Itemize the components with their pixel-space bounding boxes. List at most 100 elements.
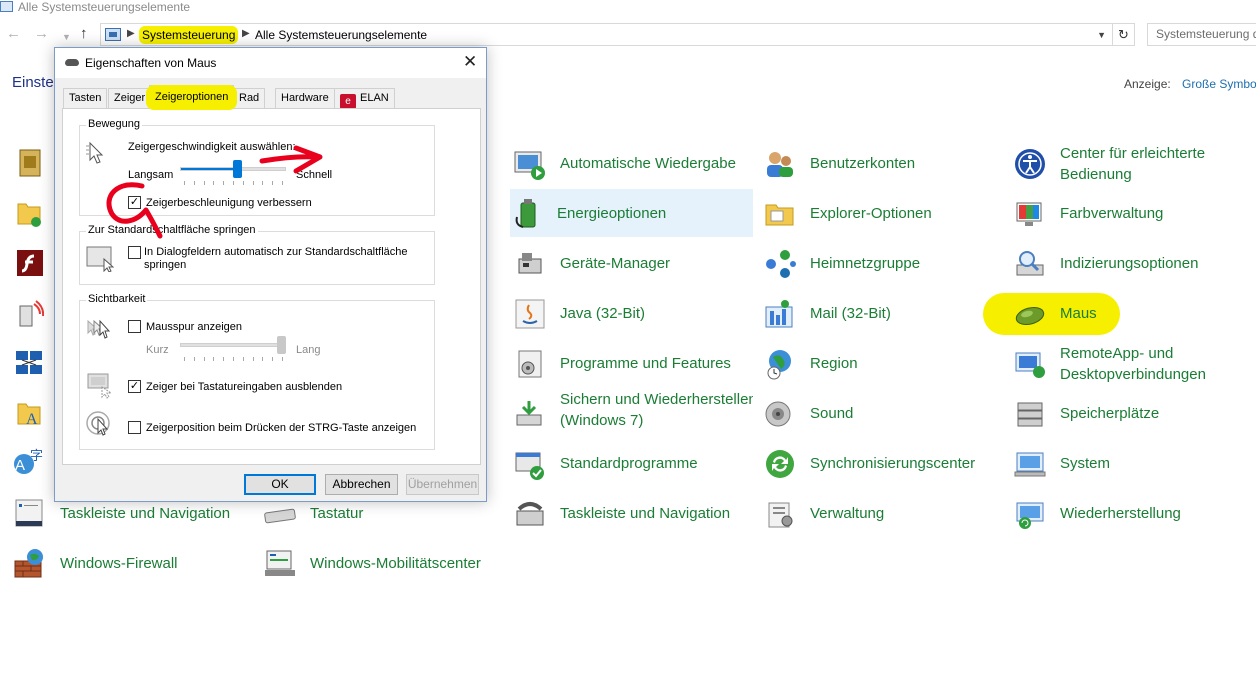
refresh-icon[interactable]: ↻ bbox=[1112, 24, 1134, 45]
cp-item-standardprogramme[interactable]: Standardprogramme bbox=[513, 439, 753, 487]
cp-item-mail[interactable]: Mail (32-Bit) bbox=[763, 289, 1003, 337]
breadcrumb-systemsteuerung[interactable]: Systemsteuerung bbox=[139, 26, 239, 44]
mouse-properties-dialog: Eigenschaften von Maus ✕ Tasten Zeiger Z… bbox=[54, 47, 487, 502]
group-motion: Bewegung Zeigergeschwindigkeit auswählen… bbox=[79, 118, 435, 216]
homegroup-icon bbox=[766, 250, 796, 278]
close-icon[interactable]: ✕ bbox=[463, 53, 477, 70]
cp-item-automatische-wiedergabe[interactable]: Automatische Wiedergabe bbox=[513, 139, 753, 187]
breadcrumb-chevron-icon[interactable]: ▶ bbox=[127, 28, 135, 39]
cp-item-energieoptionen[interactable]: Energieoptionen bbox=[510, 189, 753, 237]
default-programs-icon bbox=[515, 452, 544, 480]
java-icon bbox=[515, 299, 545, 329]
cp-item-geraete-manager[interactable]: Geräte-Manager bbox=[513, 239, 753, 287]
slider-tick bbox=[193, 357, 195, 361]
cp-item-center-fuer-erleichterte-bedienung[interactable]: Center für erleichterte Bedienung bbox=[1013, 139, 1256, 187]
slider-tick bbox=[242, 357, 244, 361]
trails-long-label: Lang bbox=[296, 344, 321, 356]
enhance-precision-checkbox[interactable]: ✓ bbox=[128, 196, 141, 209]
cp-item-indizierungsoptionen[interactable]: Indizierungsoptionen bbox=[1013, 239, 1256, 287]
address-dropdown-icon[interactable]: ▼ bbox=[1097, 30, 1106, 40]
cp-item-windows-firewall[interactable]: Windows-Firewall bbox=[13, 539, 253, 587]
view-mode-link[interactable]: Große Symbole bbox=[1182, 77, 1256, 91]
snap-to-button-icon bbox=[86, 246, 114, 272]
snap-to-default-label: In Dialogfeldern automatisch zur Standar… bbox=[144, 246, 408, 271]
trails-slider-thumb[interactable] bbox=[277, 336, 286, 354]
tab-hardware[interactable]: Hardware bbox=[275, 88, 335, 108]
slider-tick bbox=[252, 181, 254, 185]
cp-item-sichern-und-wiederherstellen[interactable]: Sichern und Wiederherstellen (Windows 7) bbox=[513, 389, 753, 435]
admin-tools-icon bbox=[768, 502, 793, 528]
flash-player-icon bbox=[17, 250, 43, 276]
fast-label: Schnell bbox=[296, 169, 333, 181]
cp-item-system[interactable]: System bbox=[1013, 439, 1256, 487]
address-bar[interactable]: ▶ Systemsteuerung ▶ Alle Systemsteuerung… bbox=[100, 23, 1135, 46]
cp-item-programme-und-features[interactable]: Programme und Features bbox=[513, 339, 753, 387]
network-center-icon bbox=[16, 351, 42, 374]
apply-button[interactable]: Übernehmen bbox=[406, 474, 479, 495]
cp-item-windows-mobilitaetscenter[interactable]: Windows-Mobilitätscenter bbox=[263, 539, 513, 587]
group-title-snap-to: Zur Standardschaltfläche springen bbox=[86, 224, 258, 236]
page-heading: Einste bbox=[12, 74, 54, 91]
cp-item-wiederherstellung[interactable]: Wiederherstellung bbox=[1013, 489, 1256, 537]
back-arrow-icon[interactable]: ← bbox=[6, 26, 21, 42]
users-icon bbox=[767, 152, 793, 177]
cp-item-remoteapp[interactable]: RemoteApp- und Desktopverbindungen bbox=[1013, 339, 1256, 387]
pointer-options-panel: Bewegung Zeigergeschwindigkeit auswählen… bbox=[62, 108, 481, 465]
hide-pointer-typing-checkbox[interactable]: ✓ bbox=[128, 380, 141, 393]
dialog-titlebar[interactable]: Eigenschaften von Maus ✕ bbox=[55, 48, 486, 78]
up-arrow-icon[interactable]: ↑ bbox=[80, 26, 88, 42]
recent-locations-chevron-icon[interactable]: ▼ bbox=[62, 29, 71, 45]
slider-tick bbox=[242, 181, 244, 185]
taskbar-icon bbox=[15, 499, 43, 527]
show-location-ctrl-checkbox[interactable] bbox=[128, 421, 141, 434]
storage-spaces-icon bbox=[1017, 402, 1043, 427]
tab-zeigeroptionen[interactable]: Zeigeroptionen bbox=[146, 85, 238, 110]
cancel-button[interactable]: Abbrechen bbox=[325, 474, 398, 495]
autoplay-icon bbox=[514, 151, 545, 180]
forward-arrow-icon[interactable]: → bbox=[34, 26, 49, 42]
tab-zeiger[interactable]: Zeiger bbox=[108, 88, 152, 108]
region-icon bbox=[767, 350, 791, 380]
cp-item-explorer-optionen[interactable]: Explorer-Optionen bbox=[763, 189, 1003, 237]
backup-icon bbox=[516, 401, 542, 426]
cp-item-benutzerkonten[interactable]: Benutzerkonten bbox=[763, 139, 1003, 187]
show-location-ctrl-label: Zeigerposition beim Drücken der STRG-Tas… bbox=[146, 422, 417, 434]
ok-button[interactable]: OK bbox=[244, 474, 316, 495]
cp-item-region[interactable]: Region bbox=[763, 339, 1003, 387]
tab-rad[interactable]: Rad bbox=[233, 88, 266, 108]
hide-pointer-typing-label: Zeiger bei Tastatureingaben ausblenden bbox=[146, 381, 343, 393]
search-input[interactable]: Systemsteuerung d bbox=[1147, 23, 1256, 46]
tab-tasten[interactable]: Tasten bbox=[63, 88, 108, 108]
snap-to-default-checkbox[interactable] bbox=[128, 246, 141, 259]
cp-item-synchronisierungscenter[interactable]: Synchronisierungscenter bbox=[763, 439, 1003, 487]
fonts-folder-icon: A bbox=[17, 403, 41, 428]
cp-item-verwaltung[interactable]: Verwaltung bbox=[763, 489, 1003, 537]
breadcrumb-current[interactable]: Alle Systemsteuerungselemente bbox=[255, 28, 427, 42]
pointer-trails-checkbox[interactable] bbox=[128, 320, 141, 333]
group-title-visibility: Sichtbarkeit bbox=[86, 293, 148, 305]
breadcrumb-chevron-icon[interactable]: ▶ bbox=[242, 28, 250, 39]
navigation-bar: ← → ▼ ↑ ▶ Systemsteuerung ▶ Alle Systems… bbox=[0, 20, 1256, 50]
cp-item-maus[interactable]: Maus bbox=[1013, 289, 1256, 337]
slider-tick bbox=[184, 181, 185, 185]
cp-item-speicherplaetze[interactable]: Speicherplätze bbox=[1013, 389, 1256, 437]
slider-tick bbox=[233, 181, 234, 185]
sound-icon bbox=[765, 401, 791, 427]
cp-item-telefon-und-modem[interactable]: Taskleiste und Navigation bbox=[513, 489, 753, 537]
cp-item-sound[interactable]: Sound bbox=[763, 389, 1003, 437]
slider-tick bbox=[203, 357, 205, 361]
cp-item-heimnetzgruppe[interactable]: Heimnetzgruppe bbox=[763, 239, 1003, 287]
group-title-motion: Bewegung bbox=[86, 118, 142, 130]
pointer-trails-icon bbox=[87, 319, 111, 339]
action-center-icon bbox=[19, 149, 41, 177]
language-icon: A字 bbox=[14, 448, 43, 474]
trails-slider-ticks bbox=[184, 357, 283, 362]
speed-slider-thumb[interactable] bbox=[233, 160, 243, 178]
trails-slider-track[interactable] bbox=[180, 343, 286, 347]
control-panel-icon bbox=[0, 1, 13, 12]
tab-elan[interactable]: e ELAN bbox=[334, 88, 395, 109]
slider-tick bbox=[184, 357, 185, 361]
show-location-ctrl-icon bbox=[86, 411, 110, 436]
cp-item-java[interactable]: Java (32-Bit) bbox=[513, 289, 753, 337]
cp-item-farbverwaltung[interactable]: Farbverwaltung bbox=[1013, 189, 1256, 237]
